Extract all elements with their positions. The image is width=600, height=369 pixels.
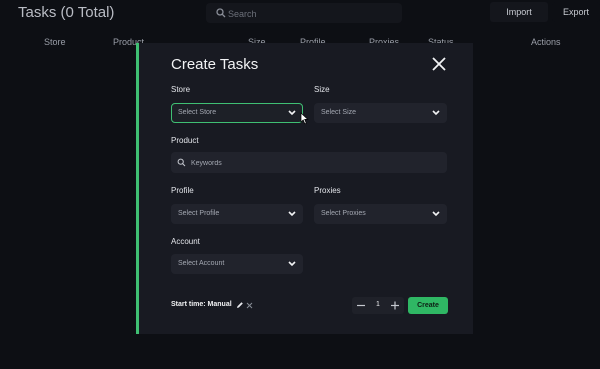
profile-select[interactable]: Select Profile <box>171 204 303 224</box>
search-input[interactable] <box>226 4 400 24</box>
account-select-value: Select Account <box>178 260 225 267</box>
chevron-down-icon <box>288 211 296 217</box>
edit-icon[interactable] <box>236 301 244 309</box>
size-label: Size <box>314 85 330 94</box>
profile-select-value: Select Profile <box>178 210 220 217</box>
modal-title: Create Tasks <box>171 56 259 73</box>
cursor-icon <box>300 112 309 125</box>
size-select[interactable]: Select Size <box>314 103 447 123</box>
column-store: Store <box>44 37 66 47</box>
chevron-down-icon <box>432 110 440 116</box>
product-label: Product <box>171 136 199 145</box>
create-tasks-modal: Create Tasks Store Select Store Size Sel… <box>136 43 473 334</box>
import-button[interactable]: Import <box>490 2 548 22</box>
create-button[interactable]: Create <box>408 297 448 314</box>
store-select[interactable]: Select Store <box>171 103 303 123</box>
account-label: Account <box>171 237 200 246</box>
account-select[interactable]: Select Account <box>171 254 303 274</box>
top-bar: Tasks (0 Total) Import Export <box>0 0 600 28</box>
column-actions: Actions <box>531 37 561 47</box>
proxies-select[interactable]: Select Proxies <box>314 204 447 224</box>
keywords-input[interactable] <box>189 154 443 172</box>
product-keywords-field[interactable] <box>171 152 447 173</box>
store-label: Store <box>171 85 191 94</box>
chevron-down-icon <box>432 211 440 217</box>
clear-icon[interactable] <box>246 301 253 309</box>
search-icon <box>177 158 186 167</box>
minus-icon[interactable] <box>352 297 370 314</box>
chevron-down-icon <box>288 110 296 116</box>
plus-icon[interactable] <box>386 297 404 314</box>
export-button[interactable]: Export <box>552 2 600 22</box>
size-select-value: Select Size <box>321 109 357 116</box>
profile-label: Profile <box>171 186 194 195</box>
chevron-down-icon <box>288 261 296 267</box>
search-box[interactable] <box>206 3 402 24</box>
quantity-value[interactable]: 1 <box>372 301 384 308</box>
close-icon[interactable] <box>431 56 447 72</box>
proxies-select-value: Select Proxies <box>321 210 366 217</box>
start-time-label: Start time: Manual <box>171 301 232 308</box>
store-select-value: Select Store <box>178 109 217 116</box>
proxies-label: Proxies <box>314 186 341 195</box>
page-title: Tasks (0 Total) <box>18 4 115 21</box>
